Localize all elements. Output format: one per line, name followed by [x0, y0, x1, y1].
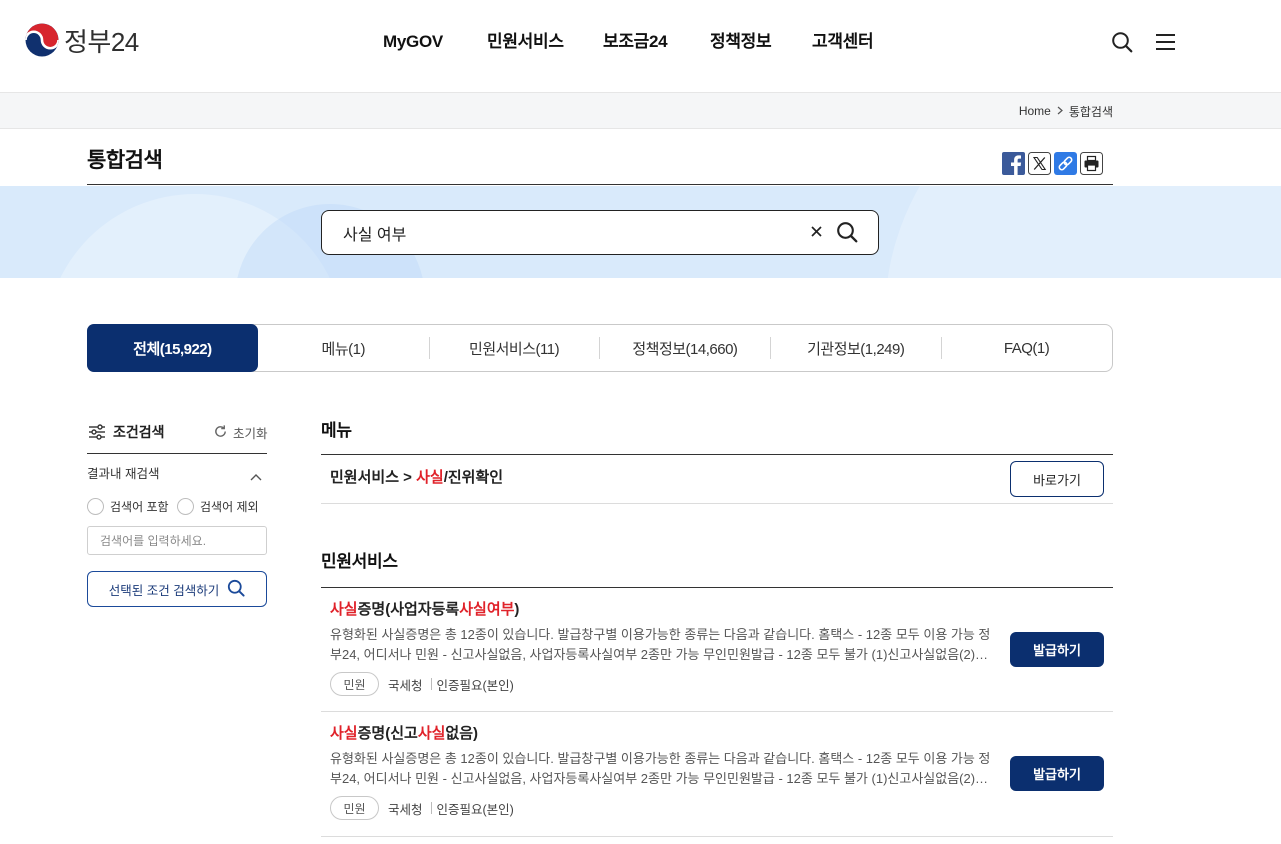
refine-keyword-input[interactable]: [87, 526, 267, 555]
result-title[interactable]: 사실증명(사업자등록사실여부): [330, 601, 519, 619]
path-text: /진위확인: [443, 469, 504, 486]
type-badge: 민원: [330, 672, 379, 696]
nav-mygov[interactable]: MyGOV: [383, 32, 443, 52]
search-icon: [1111, 31, 1133, 56]
result-description: 유형화된 사실증명은 총 12종이 있습니다. 발급창구별 이용가능한 종류는 …: [330, 751, 991, 786]
auth-label: 인증필요(본인): [436, 802, 514, 817]
section-divider: [321, 454, 1113, 455]
close-icon: [810, 225, 822, 240]
nav-subsidy24[interactable]: 보조금24: [603, 32, 668, 52]
title-part: 사실: [330, 601, 358, 618]
reset-label: 초기화: [233, 427, 268, 441]
agency-label: 국세청: [388, 678, 423, 693]
banner-decoration: [885, 186, 1281, 278]
search-icon: [227, 579, 245, 600]
nav-policy-info[interactable]: 정책정보: [710, 32, 772, 52]
search-box: [321, 210, 879, 255]
issue-button[interactable]: 발급하기: [1010, 632, 1104, 667]
nav-civil-service[interactable]: 민원서비스: [487, 32, 564, 52]
hamburger-menu-icon: [1155, 33, 1175, 54]
auth-label: 인증필요(본인): [436, 678, 514, 693]
row-divider: [321, 503, 1113, 504]
menu-section-heading: 메뉴: [321, 421, 352, 440]
print-icon[interactable]: [1080, 152, 1103, 175]
tab-menu[interactable]: 메뉴(1): [258, 325, 429, 371]
chevron-up-icon: [250, 469, 262, 484]
menu-result-path[interactable]: 민원서비스 > 사실/진위확인: [330, 469, 503, 487]
tab-agency-info[interactable]: 기관정보(1,249): [770, 325, 941, 371]
title-part: 사실: [330, 725, 358, 742]
chevron-right-icon: [1057, 104, 1063, 118]
radio-label: 검색어 포함: [110, 500, 169, 514]
result-tags: 민원 국세청 인증필요(본인): [330, 672, 514, 696]
radio-circle[interactable]: [87, 498, 104, 515]
path-highlight: 사실: [416, 469, 444, 486]
title-part: ): [514, 601, 520, 618]
apply-filter-button[interactable]: 선택된 조건 검색하기: [87, 571, 267, 607]
clear-search-button[interactable]: [808, 224, 824, 240]
menu-button[interactable]: [1153, 31, 1177, 55]
radio-exclude-keyword[interactable]: 검색어 제외: [177, 498, 259, 515]
refine-search-title: 결과내 재검색: [87, 467, 160, 481]
result-description: 유형화된 사실증명은 총 12종이 있습니다. 발급창구별 이용가능한 종류는 …: [330, 627, 991, 662]
breadcrumb-current: 통합검색: [1068, 104, 1113, 119]
tab-all[interactable]: 전체(15,922): [87, 324, 258, 372]
civil-section-heading: 민원서비스: [321, 552, 398, 571]
radio-label: 검색어 제외: [200, 500, 259, 514]
issue-button[interactable]: 발급하기: [1010, 756, 1104, 791]
share-toolbar: [1002, 152, 1103, 175]
tab-civil-service[interactable]: 민원서비스(11): [428, 325, 600, 371]
tag-divider: [430, 802, 432, 814]
title-part: 사실여부: [459, 601, 515, 618]
title-part: 없음): [445, 725, 479, 742]
radio-include-keyword[interactable]: 검색어 포함: [87, 498, 169, 515]
filter-sliders-icon: [88, 424, 106, 445]
facebook-icon[interactable]: [1002, 152, 1025, 175]
agency-label: 국세청: [388, 802, 423, 817]
path-text: 민원서비스 >: [330, 469, 417, 486]
row-divider: [321, 711, 1113, 712]
reset-filters-button[interactable]: 초기화: [213, 423, 268, 442]
refresh-icon: [213, 424, 228, 442]
nav-customer-center[interactable]: 고객센터: [812, 32, 874, 52]
sidebar-divider: [87, 453, 267, 454]
breadcrumb: Home 통합검색: [1019, 93, 1113, 129]
section-divider: [321, 587, 1113, 588]
apply-filter-label: 선택된 조건 검색하기: [108, 583, 220, 598]
title-part: 증명(신고: [357, 725, 418, 742]
breadcrumb-home[interactable]: Home: [1019, 104, 1051, 118]
search-icon: [836, 221, 858, 246]
tab-faq[interactable]: FAQ(1): [941, 325, 1112, 371]
title-divider: [87, 184, 1113, 185]
x-icon[interactable]: [1028, 152, 1051, 175]
site-header: 정부24 MyGOV 민원서비스 보조금24 정책정보 고객센터: [0, 0, 1281, 93]
page-title: 통합검색: [87, 149, 163, 172]
go-to-button[interactable]: 바로가기: [1010, 461, 1104, 497]
radio-circle[interactable]: [177, 498, 194, 515]
result-tags: 민원 국세청 인증필요(본인): [330, 796, 514, 820]
header-search-button[interactable]: [1110, 31, 1134, 55]
filter-title: 조건검색: [113, 424, 165, 440]
logo-text: 정부24: [64, 27, 139, 57]
title-part: 사실: [417, 725, 446, 742]
search-input[interactable]: [322, 211, 792, 254]
result-title[interactable]: 사실증명(신고사실없음): [330, 725, 478, 743]
tag-divider: [430, 678, 432, 690]
type-badge: 민원: [330, 796, 379, 820]
government-emblem-icon: [25, 23, 59, 62]
tab-policy-info[interactable]: 정책정보(14,660): [599, 325, 770, 371]
result-tabs: 전체(15,922) 메뉴(1) 민원서비스(11) 정책정보(14,660) …: [87, 324, 1113, 372]
search-submit-button[interactable]: [834, 220, 860, 246]
title-part: 증명(사업자등록: [357, 601, 460, 618]
link-icon[interactable]: [1054, 152, 1077, 175]
site-logo[interactable]: 정부24: [25, 23, 139, 62]
collapse-refine-button[interactable]: [250, 469, 262, 484]
breadcrumb-bar: Home 통합검색: [0, 93, 1281, 129]
row-divider: [321, 836, 1113, 837]
